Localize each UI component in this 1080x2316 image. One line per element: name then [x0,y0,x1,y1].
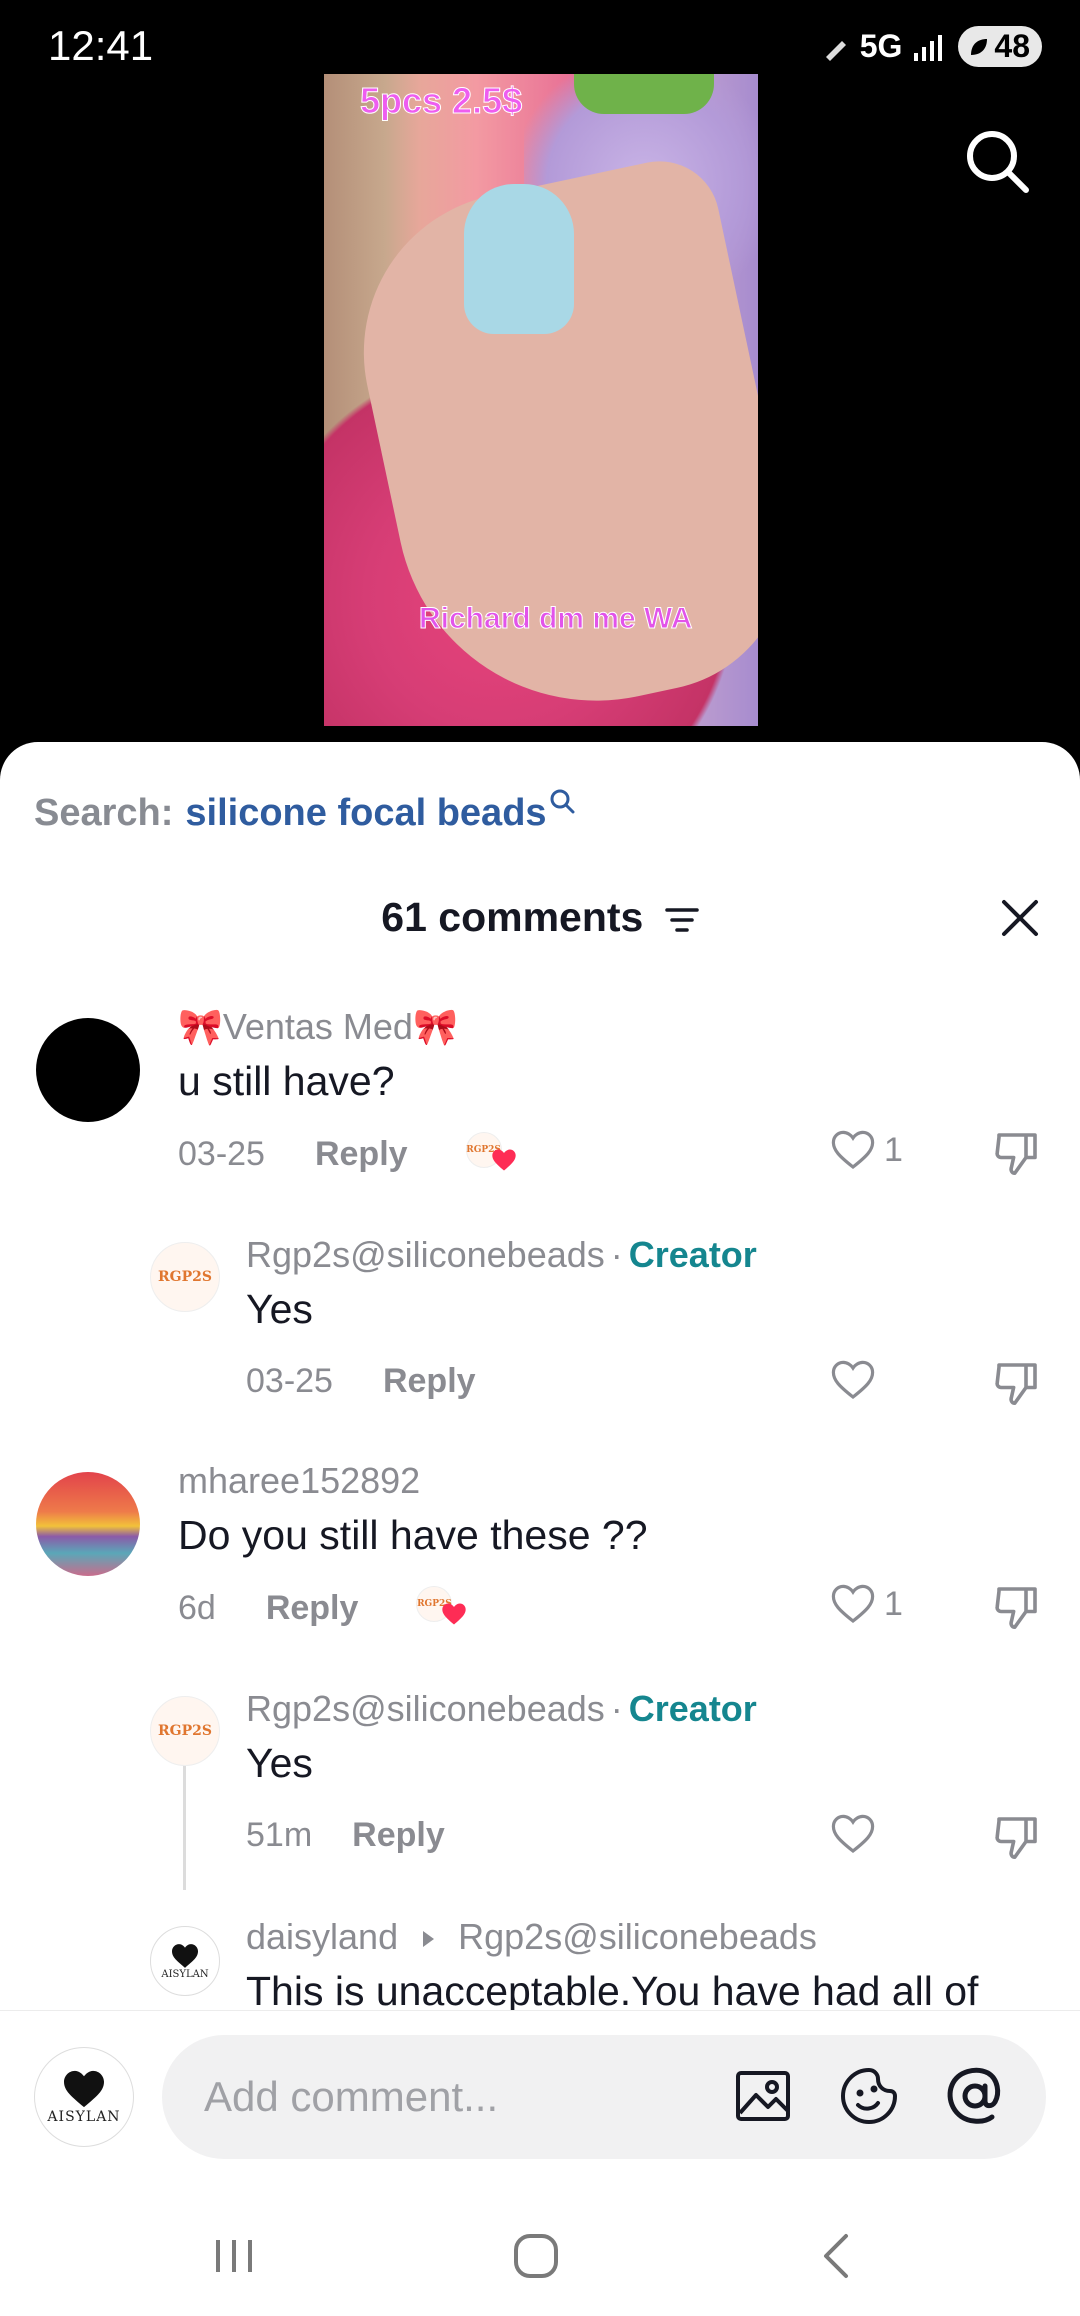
heart-icon [831,1360,875,1400]
status-icons: 5G 48 [822,26,1042,67]
filter-icon[interactable] [664,905,699,935]
comment-date: 6d [178,1588,216,1627]
avatar-text: AISYLAN [161,1968,209,1980]
dislike-icon[interactable] [990,1580,1044,1634]
comment-username[interactable]: Rgp2s@siliconebeads · Creator [246,1234,757,1276]
comment-date: 03-25 [178,1134,265,1173]
avatar[interactable]: RGP2S [150,1242,220,1312]
separator-dot: · [610,1234,623,1275]
like-button[interactable] [828,1810,878,1858]
like-count: 1 [884,1584,903,1623]
username-text: Rgp2s@siliconebeads [246,1688,605,1729]
reply-to-username: Rgp2s@siliconebeads [458,1916,817,1957]
dislike-icon[interactable] [990,1126,1044,1180]
creator-badge: Creator [628,1234,757,1275]
comment-username[interactable]: Rgp2s@siliconebeads · Creator [246,1688,757,1730]
comment-text: Yes [246,1286,313,1332]
heart-icon [491,1149,516,1171]
network-type: 5G [859,28,903,64]
signal-icon [914,34,943,61]
video-caption-top: 5pcs 2.5$ [359,80,523,122]
comments-header: 61 comments [0,888,1080,958]
like-count: 1 [884,1130,903,1169]
avatar[interactable]: AISYLAN [34,2047,134,2147]
back-icon[interactable] [808,2226,868,2286]
search-icon [550,789,575,814]
comment-username[interactable]: daisyland Rgp2s@siliconebeads [246,1916,817,1958]
at-icon[interactable] [944,2065,1006,2127]
like-button[interactable]: 1 [828,1580,903,1628]
comment-date: 51m [246,1816,313,1854]
like-button[interactable]: 1 [828,1126,903,1174]
related-search-term[interactable]: silicone focal beads [185,792,546,835]
username-text: Rgp2s@siliconebeads [246,1234,605,1275]
avatar[interactable] [36,1472,140,1576]
reply-button[interactable]: Reply [315,1135,408,1174]
comment-count[interactable]: 61 comments [0,894,1080,941]
avatar-text: AISYLAN [47,2109,121,2125]
heart-icon [831,1584,875,1624]
heart-icon [172,1943,198,1968]
battery-badge: 48 [958,26,1042,67]
heart-icon [64,2070,104,2108]
recent-apps-icon[interactable] [204,2226,264,2286]
dislike-icon[interactable] [990,1356,1044,1410]
edit-pen-icon [825,40,846,61]
video-caption-bottom: Richard dm me WA [418,602,693,636]
heart-icon [442,1603,467,1625]
comment-text: Do you still have these ?? [178,1512,648,1558]
heart-icon [831,1814,875,1854]
comment-text: This is unacceptable.You have had all of [246,1968,979,2014]
comment-meta: 6d Reply RGP2S [178,1586,472,1630]
add-comment-placeholder: Add comment... [204,2073,499,2120]
related-search[interactable]: Search: silicone focal beads [34,789,575,835]
comment-username[interactable]: mharee152892 [178,1460,420,1502]
related-search-label: Search: [34,792,174,834]
reply-button[interactable]: Reply [266,1589,359,1628]
comment-date: 03-25 [246,1362,333,1400]
comment-meta: 03-25 Reply [246,1362,476,1401]
avatar[interactable] [36,1018,140,1122]
battery-leaf-icon [971,38,988,55]
search-icon[interactable] [962,126,1032,196]
like-button[interactable] [828,1356,878,1404]
caret-right-icon [423,1931,435,1948]
comment-meta: 51m Reply [246,1816,445,1855]
home-icon[interactable] [506,2226,566,2286]
creator-liked-badge: RGP2S [465,1132,522,1176]
bead-image [464,184,574,334]
reply-button[interactable]: Reply [383,1362,476,1401]
creator-badge: Creator [628,1688,757,1729]
comment-count-label: 61 comments [381,894,644,940]
add-comment-input[interactable]: Add comment... [162,2035,1046,2159]
avatar[interactable]: RGP2S [150,1696,220,1766]
sticker-icon[interactable] [838,2065,900,2127]
comment-meta: 03-25 Reply RGP2S [178,1132,522,1176]
close-icon[interactable] [998,896,1042,940]
reply-button[interactable]: Reply [352,1816,445,1855]
creator-liked-badge: RGP2S [416,1586,472,1630]
dislike-icon[interactable] [990,1810,1044,1864]
status-time: 12:41 [48,22,154,69]
heart-icon [831,1130,875,1170]
username-text: daisyland [246,1916,399,1957]
battery-level: 48 [994,28,1030,64]
system-nav-bar [0,2198,1080,2316]
comment-text: u still have? [178,1058,395,1104]
video-preview[interactable]: 5pcs 2.5$ Richard dm me WA [324,74,758,726]
comment-username[interactable]: 🎀Ventas Med🎀 [178,1006,458,1048]
comment-text: Yes [246,1740,313,1786]
avatar[interactable]: AISYLAN [150,1926,220,1996]
separator-dot: · [610,1688,623,1729]
image-icon[interactable] [732,2065,794,2127]
